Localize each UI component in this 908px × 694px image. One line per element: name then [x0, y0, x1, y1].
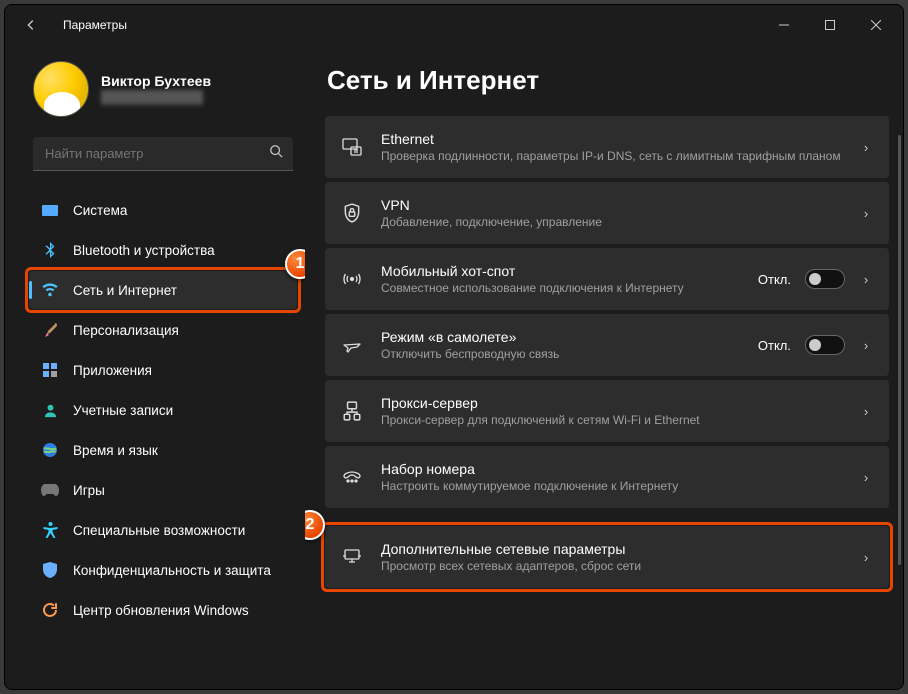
- sidebar-item-label: Сеть и Интернет: [73, 283, 177, 298]
- annotation-badge-2: 2: [305, 510, 325, 540]
- card-title: Ethernet: [381, 130, 841, 148]
- card-title: Мобильный хот-спот: [381, 262, 740, 280]
- chevron-right-icon: ›: [859, 404, 873, 419]
- shield-icon: [41, 561, 59, 579]
- proxy-icon: [341, 401, 363, 421]
- card-title: Набор номера: [381, 460, 841, 478]
- person-icon: [41, 401, 59, 419]
- hotspot-icon: [341, 270, 363, 288]
- gamepad-icon: [41, 481, 59, 499]
- update-icon: [41, 601, 59, 619]
- search-box[interactable]: [33, 137, 293, 171]
- sidebar-item-gaming[interactable]: Игры: [29, 471, 297, 509]
- card-subtitle: Проверка подлинности, параметры IP-и DNS…: [381, 148, 841, 164]
- sidebar-item-label: Специальные возможности: [73, 523, 245, 538]
- chevron-right-icon: ›: [859, 470, 873, 485]
- vpn-shield-icon: [341, 203, 363, 223]
- chevron-right-icon: ›: [859, 272, 873, 287]
- card-subtitle: Совместное использование подключения к И…: [381, 280, 740, 296]
- search-input[interactable]: [43, 145, 269, 162]
- sidebar-item-time-language[interactable]: Время и язык: [29, 431, 297, 469]
- main-content: Сеть и Интернет Ethernet Проверка подлин…: [305, 45, 903, 689]
- sidebar: Виктор Бухтеев ████████████ Система: [5, 45, 305, 689]
- airplane-toggle[interactable]: [805, 335, 845, 355]
- profile-name: Виктор Бухтеев: [101, 73, 211, 91]
- card-subtitle: Просмотр всех сетевых адаптеров, сброс с…: [381, 558, 841, 574]
- sidebar-item-accounts[interactable]: Учетные записи: [29, 391, 297, 429]
- hotspot-toggle[interactable]: [805, 269, 845, 289]
- card-title: Прокси-сервер: [381, 394, 841, 412]
- advanced-network-icon: [341, 548, 363, 566]
- avatar: [33, 61, 89, 117]
- sidebar-item-accessibility[interactable]: Специальные возможности: [29, 511, 297, 549]
- maximize-button[interactable]: [807, 9, 853, 41]
- apps-icon: [41, 361, 59, 379]
- bluetooth-icon: [41, 241, 59, 259]
- card-subtitle: Настроить коммутируемое подключение к Ин…: [381, 478, 841, 494]
- chevron-right-icon: ›: [859, 550, 873, 565]
- card-title: Режим «в самолете»: [381, 328, 740, 346]
- settings-window: Параметры Виктор Бухтеев ████████████: [4, 4, 904, 690]
- chevron-right-icon: ›: [859, 338, 873, 353]
- chevron-right-icon: ›: [859, 206, 873, 221]
- card-subtitle: Прокси-сервер для подключений к сетям Wi…: [381, 412, 841, 428]
- sidebar-item-bluetooth[interactable]: Bluetooth и устройства: [29, 231, 297, 269]
- phone-icon: [341, 469, 363, 485]
- close-button[interactable]: [853, 9, 899, 41]
- toggle-state-label: Откл.: [758, 338, 791, 353]
- chevron-right-icon: ›: [859, 140, 873, 155]
- system-icon: [41, 201, 59, 219]
- sidebar-item-windows-update[interactable]: Центр обновления Windows: [29, 591, 297, 629]
- sidebar-item-label: Учетные записи: [73, 403, 173, 418]
- profile-block[interactable]: Виктор Бухтеев ████████████: [29, 61, 297, 117]
- sidebar-item-label: Центр обновления Windows: [73, 603, 249, 618]
- toggle-state-label: Откл.: [758, 272, 791, 287]
- ethernet-icon: [341, 138, 363, 156]
- sidebar-item-network[interactable]: Сеть и Интернет: [29, 271, 297, 309]
- sidebar-item-apps[interactable]: Приложения: [29, 351, 297, 389]
- page-heading: Сеть и Интернет: [327, 65, 889, 96]
- sidebar-item-label: Конфиденциальность и защита: [73, 563, 271, 578]
- card-title: VPN: [381, 196, 841, 214]
- sidebar-item-label: Время и язык: [73, 443, 158, 458]
- card-vpn[interactable]: VPN Добавление, подключение, управление …: [325, 182, 889, 244]
- titlebar: Параметры: [5, 5, 903, 45]
- card-airplane-mode[interactable]: Режим «в самолете» Отключить беспроводну…: [325, 314, 889, 376]
- card-proxy[interactable]: Прокси-сервер Прокси-сервер для подключе…: [325, 380, 889, 442]
- sidebar-item-label: Bluetooth и устройства: [73, 243, 215, 258]
- globe-icon: [41, 441, 59, 459]
- sidebar-item-privacy[interactable]: Конфиденциальность и защита: [29, 551, 297, 589]
- card-dialup[interactable]: Набор номера Настроить коммутируемое под…: [325, 446, 889, 508]
- sidebar-item-personalization[interactable]: Персонализация: [29, 311, 297, 349]
- sidebar-item-label: Игры: [73, 483, 105, 498]
- sidebar-nav: Система Bluetooth и устройства Сеть и Ин…: [29, 191, 297, 629]
- sidebar-item-label: Система: [73, 203, 127, 218]
- card-subtitle: Добавление, подключение, управление: [381, 214, 841, 230]
- card-ethernet[interactable]: Ethernet Проверка подлинности, параметры…: [325, 116, 889, 178]
- sidebar-item-label: Приложения: [73, 363, 152, 378]
- card-title: Дополнительные сетевые параметры: [381, 540, 841, 558]
- search-icon: [269, 144, 283, 163]
- accessibility-icon: [41, 521, 59, 539]
- sidebar-item-label: Персонализация: [73, 323, 179, 338]
- back-button[interactable]: [17, 11, 45, 39]
- window-title: Параметры: [63, 18, 127, 32]
- card-hotspot[interactable]: Мобильный хот-спот Совместное использова…: [325, 248, 889, 310]
- sidebar-item-system[interactable]: Система: [29, 191, 297, 229]
- profile-email: ████████████: [101, 90, 211, 105]
- minimize-button[interactable]: [761, 9, 807, 41]
- scrollbar[interactable]: [898, 135, 901, 565]
- wifi-icon: [41, 281, 59, 299]
- card-subtitle: Отключить беспроводную связь: [381, 346, 740, 362]
- brush-icon: [41, 321, 59, 339]
- card-advanced-network[interactable]: Дополнительные сетевые параметры Просмот…: [325, 526, 889, 588]
- airplane-icon: [341, 336, 363, 354]
